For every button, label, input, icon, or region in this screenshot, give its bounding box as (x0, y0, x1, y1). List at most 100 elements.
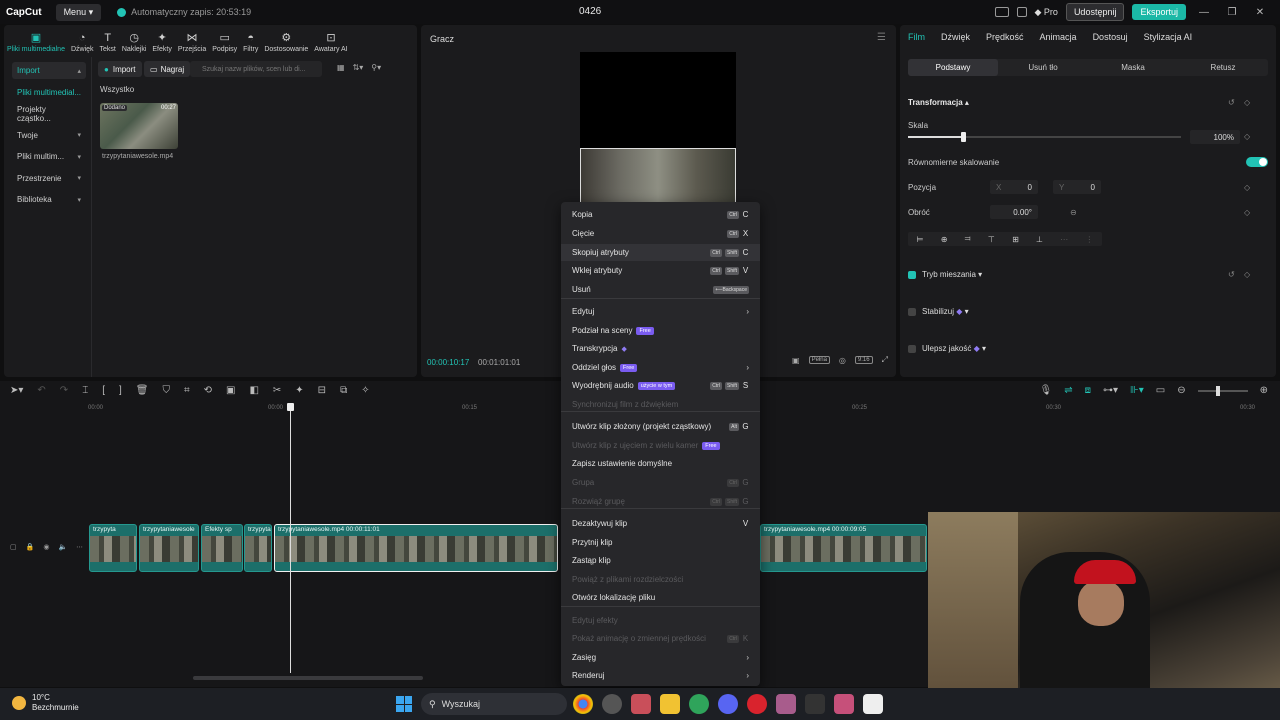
tab-adjust[interactable]: ⚙ Dostosowanie (261, 27, 311, 54)
reset-icon[interactable]: ↺ (1228, 270, 1235, 279)
position-x-field[interactable]: X0 (990, 180, 1038, 194)
import-button[interactable]: ● Import (98, 61, 142, 77)
aspect-ratio-select[interactable]: 9:16 (854, 356, 873, 364)
app-icon-2[interactable] (805, 694, 825, 714)
record-button[interactable]: ▭ Nagraj (144, 61, 191, 77)
cutout-icon[interactable]: ✂ (273, 385, 281, 396)
sidebar-item-yours[interactable]: Twoje ▾ (12, 127, 86, 144)
rotate-dial-icon[interactable]: ⊖ (1070, 208, 1077, 217)
trim-left-icon[interactable]: [ (102, 385, 105, 396)
scale-value-field[interactable]: 100% (1190, 130, 1240, 144)
split-icon[interactable]: ⌶ (82, 385, 88, 396)
sidebar-item-subprojects[interactable]: Projekty cząstko... (12, 105, 86, 123)
prop-subtab[interactable]: Retusz (1178, 59, 1268, 76)
menu-item[interactable]: Utwórz klip złożony (projekt cząstkowy) A… (561, 418, 760, 435)
effects-icon[interactable]: ✧ (361, 385, 369, 396)
mirror-icon[interactable]: ◧ (249, 385, 258, 396)
tab-media[interactable]: ▣ Pliki multimedialne (4, 27, 68, 54)
chain-icon[interactable]: ⊶▾ (1103, 385, 1118, 396)
timeline-scrollbar[interactable] (193, 676, 423, 680)
timeline-clip[interactable]: trzypyta (244, 524, 272, 572)
prop-tab[interactable]: Stylizacja AI (1144, 32, 1193, 42)
timeline-clip[interactable]: trzypytaniawesole (139, 524, 199, 572)
menu-item[interactable]: Zastąp klip (561, 552, 760, 569)
menu-item[interactable]: Renderuj › (561, 667, 760, 684)
keyframe-icon[interactable]: ◇ (1244, 208, 1250, 217)
position-y-field[interactable]: Y0 (1053, 180, 1101, 194)
full-quality-toggle[interactable]: Pełna (808, 356, 830, 364)
menu-item[interactable]: Edytuj › (561, 303, 760, 320)
distribute-v-icon[interactable]: ⋮ (1085, 235, 1093, 244)
align-right-icon[interactable]: ⫤ (965, 234, 971, 244)
tab-avatar[interactable]: ⊡ Awatary AI (311, 27, 350, 54)
search-input[interactable]: Szukaj nazw plików, scen lub di... (190, 61, 322, 77)
preview-axis-icon[interactable]: ⊪▾ (1130, 385, 1144, 396)
menu-item[interactable]: Podział na sceny Free (561, 322, 760, 339)
delete-icon[interactable]: 🗑 (136, 385, 149, 396)
windows-start-icon[interactable] (396, 696, 412, 712)
blend-mode-label[interactable]: Tryb mieszania ▾ (922, 270, 982, 279)
ai-tool-icon[interactable]: ⟲ (204, 385, 212, 396)
window-icon[interactable] (1016, 7, 1027, 17)
share-button[interactable]: Udostępnij (1065, 3, 1125, 21)
folder-icon[interactable] (660, 694, 680, 714)
distribute-h-icon[interactable]: ⋯ (1060, 235, 1068, 244)
reset-icon[interactable]: ↺ (1228, 98, 1235, 107)
fullscreen-icon[interactable]: ⤢ (882, 355, 888, 365)
close-icon[interactable]: ✕ (1250, 7, 1270, 18)
game-icon[interactable] (631, 694, 651, 714)
tab-audio[interactable]: ◔ Dźwięk (68, 27, 97, 54)
menu-item[interactable]: Oddziel głos Free › (561, 359, 760, 376)
snap-icon[interactable]: ⧈ (1085, 385, 1091, 396)
export-button[interactable]: Eksportuj (1132, 4, 1186, 20)
tab-text[interactable]: T Tekst (97, 27, 119, 54)
mute-icon[interactable]: 🔈 (58, 543, 67, 551)
maximize-icon[interactable]: ❐ (1222, 7, 1242, 18)
link-icon[interactable]: ⇌ (1064, 385, 1072, 396)
menu-item[interactable]: Cięcie Ctrl X (561, 225, 760, 242)
video-frame[interactable] (580, 148, 736, 204)
prop-subtab[interactable]: Usuń tło (998, 59, 1088, 76)
zoom-slider[interactable] (1197, 385, 1248, 396)
tab-captions[interactable]: ▭ Podpisy (209, 27, 240, 54)
keyframe-icon[interactable]: ◇ (1244, 132, 1250, 141)
menu-item[interactable]: Przytnij klip (561, 534, 760, 551)
stabilize-checkbox[interactable] (908, 308, 916, 316)
menu-item[interactable]: Zapisz ustawienie domyślne (561, 455, 760, 472)
menu-item[interactable]: Wyodrębnij audio użycie w tym Ctrl Shift S (561, 377, 760, 394)
prop-tab[interactable]: Film (908, 32, 925, 42)
snapshot-icon[interactable]: ◎ (839, 356, 846, 365)
sidebar-item-spaces[interactable]: Przestrzenie ▾ (12, 170, 86, 187)
prop-tab[interactable]: Dźwięk (941, 32, 970, 42)
keyframe-icon[interactable]: ◇ (1244, 98, 1250, 107)
microphone-icon[interactable]: 🎙 (1040, 385, 1053, 396)
player-menu-icon[interactable]: ☰ (877, 32, 886, 43)
menu-item[interactable]: Usuń ⟵Backspace (561, 281, 760, 298)
trim-right-icon[interactable]: ] (119, 385, 122, 396)
track-cover-icon[interactable]: ▢ (10, 543, 17, 551)
grid-view-icon[interactable]: ▦ (337, 63, 345, 72)
sidebar-item-media-files[interactable]: Pliki multimedial... (12, 84, 86, 101)
align-center-icon[interactable]: ⊕ (941, 235, 948, 244)
timeline-clip[interactable]: Efekty sp (201, 524, 243, 572)
magic-icon[interactable]: ✦ (295, 385, 303, 396)
opera-icon[interactable] (747, 694, 767, 714)
menu-item[interactable]: Zasięg › (561, 649, 760, 666)
enhance-checkbox[interactable] (908, 345, 916, 353)
more-icon[interactable]: ⋯ (76, 543, 83, 551)
capcut-icon[interactable] (863, 694, 883, 714)
zoom-in-icon[interactable]: ⊕ (1260, 385, 1268, 396)
timeline-clip[interactable]: trzypytaniawesole.mp4 00:00:09:05 (760, 524, 927, 572)
select-tool-icon[interactable]: ➤▾ (10, 385, 23, 396)
crop-icon[interactable]: ⌗ (184, 385, 190, 396)
lock-icon[interactable]: 🔒 (26, 543, 35, 551)
prop-subtab[interactable]: Maska (1088, 59, 1178, 76)
marker-icon[interactable]: ⛉ (162, 385, 170, 396)
tab-transitions[interactable]: ⋈ Przejścia (175, 27, 209, 54)
uniform-scale-toggle[interactable] (1246, 157, 1268, 167)
menu-item[interactable]: Otwórz lokalizację pliku (561, 589, 760, 606)
prop-tab[interactable]: Dostosuj (1093, 32, 1128, 42)
subtitle-icon[interactable]: ▭ (1156, 385, 1165, 396)
menu-item[interactable]: Skopiuj atrybuty Ctrl Shift C (561, 244, 760, 261)
sidebar-item-library[interactable]: Biblioteka ▾ (12, 191, 86, 208)
